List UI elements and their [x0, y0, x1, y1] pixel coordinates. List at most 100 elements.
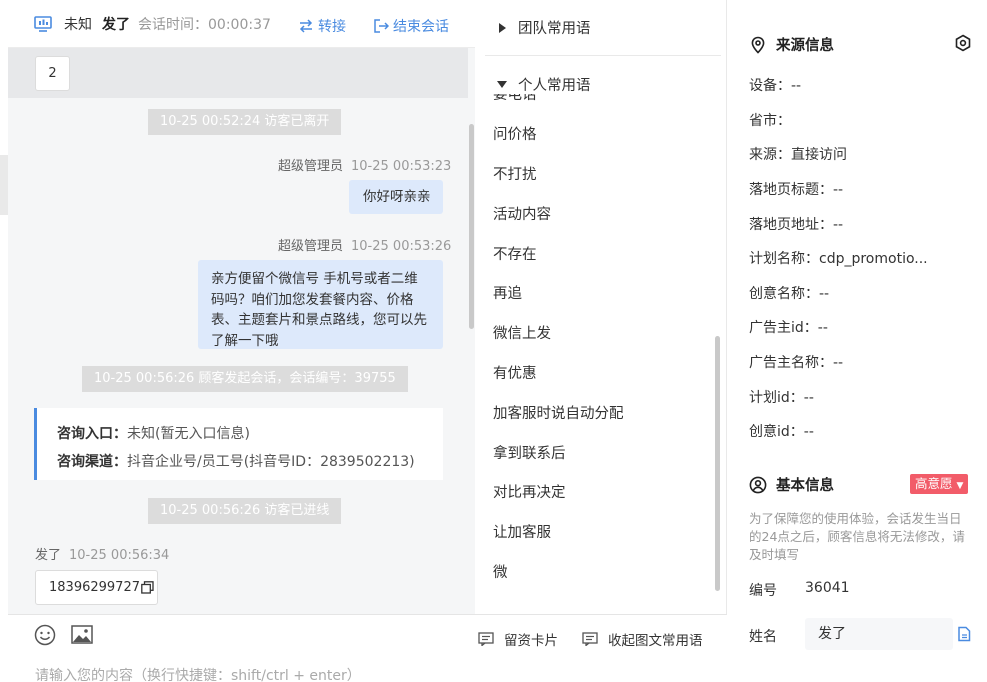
- end-session-button[interactable]: 结束会话: [373, 16, 449, 36]
- phrase-toolbar: 留资卡片 收起图文常用语: [475, 614, 727, 682]
- customer-info-panel: 来源信息 设备：-- 省市： 来源：直接访问 落地页标题：-- 落地页地址：--…: [728, 0, 987, 682]
- source-row-advertiser-id: 广告主id：--: [749, 320, 828, 336]
- session-time: 会话时间：00:00:37: [138, 14, 271, 34]
- emoji-icon[interactable]: [33, 623, 57, 647]
- name-label: 姓名: [749, 629, 777, 645]
- source-row-creative-name: 创意名称：--: [749, 286, 830, 302]
- phrase-item[interactable]: 再追: [493, 282, 522, 303]
- source-row-creative-id: 创意id：--: [749, 424, 814, 440]
- source-row-device: 设备：--: [749, 78, 802, 94]
- consult-channel-value: 抖音企业号/员工号(抖音号ID：2839502213): [127, 454, 415, 470]
- message-time: 10-25 00:56:34: [69, 548, 170, 563]
- left-edge-mark: [0, 155, 8, 215]
- message-time: 10-25 00:53:26: [351, 239, 452, 254]
- personal-phrases-group[interactable]: 个人常用语: [497, 74, 717, 94]
- source-row-source: 来源：直接访问: [749, 147, 847, 163]
- transfer-button[interactable]: 转接: [298, 16, 346, 36]
- message-input[interactable]: 请输入您的内容（换行快捷键：shift/ctrl + enter）: [35, 665, 361, 682]
- monitor-icon: [34, 15, 52, 32]
- settings-icon[interactable]: [954, 34, 972, 52]
- agent-message-bubble: 亲方便留个微信号 手机号或者二维 码吗？咱们加您发套餐内容、价格 表、主题套片和…: [198, 260, 443, 349]
- message-sender: 发了: [35, 548, 62, 563]
- phrase-item[interactable]: 活动内容: [493, 203, 551, 224]
- lead-card-button[interactable]: 留资卡片: [478, 629, 558, 649]
- message-list-scrollbar[interactable]: [469, 124, 474, 329]
- left-edge: [0, 0, 8, 682]
- phrase-item[interactable]: 微: [493, 561, 508, 582]
- phrase-item[interactable]: 不存在: [493, 243, 537, 264]
- copy-icon[interactable]: [141, 581, 154, 594]
- lead-card-label: 留资卡片: [504, 633, 558, 649]
- source-row-plan-name: 计划名称：cdp_promotio...: [749, 251, 928, 267]
- team-phrases-group[interactable]: 团队常用语: [497, 17, 591, 38]
- collapse-phrases-button[interactable]: 收起图文常用语: [582, 629, 703, 649]
- basic-info-label: 基本信息: [776, 478, 834, 494]
- user-icon: [749, 476, 767, 493]
- divider: [485, 55, 721, 56]
- source-row-advertiser-name: 广告主名称：--: [749, 355, 844, 371]
- message-icon: [582, 632, 598, 646]
- phrase-item[interactable]: 有优惠: [493, 362, 537, 383]
- visitor-phone-card: 18396299727: [35, 570, 158, 605]
- exit-icon: [374, 19, 389, 33]
- caret-down-icon: ▼: [956, 481, 964, 491]
- name-field[interactable]: 发了: [805, 618, 953, 650]
- edit-icon[interactable]: [956, 626, 972, 642]
- transfer-label: 转接: [318, 19, 346, 35]
- source-info-label: 来源信息: [776, 38, 834, 54]
- message-line: 了解一下哦: [211, 332, 279, 349]
- consult-channel-row: 咨询渠道：抖音企业号/员工号(抖音号ID：2839502213): [57, 448, 443, 476]
- intent-badge[interactable]: 高意愿 ▼: [910, 474, 969, 494]
- team-phrases-label: 团队常用语: [518, 21, 591, 37]
- source-row-landing-url: 落地页地址：--: [749, 217, 844, 233]
- phrase-item[interactable]: 对比再决定: [493, 481, 566, 502]
- consult-channel-label: 咨询渠道：: [57, 454, 127, 470]
- message-time: 10-25 00:53:23: [351, 159, 452, 174]
- phrase-item[interactable]: 不打扰: [493, 163, 537, 184]
- message-line: 码吗？咱们加您发套餐内容、价格: [211, 291, 414, 308]
- collapse-phrases-label: 收起图文常用语: [608, 633, 703, 649]
- session-time-label: 会话时间：: [138, 16, 208, 33]
- personal-phrases-label: 个人常用语: [518, 77, 591, 94]
- phrase-item[interactable]: 让加客服: [493, 521, 551, 542]
- message-meta: 超级管理员 10-25 00:53:23: [278, 155, 451, 174]
- image-icon[interactable]: [70, 623, 94, 647]
- message-meta: 发了 10-25 00:56:34: [35, 544, 169, 563]
- session-time-value: 00:00:37: [208, 16, 271, 33]
- id-label: 编号: [749, 583, 777, 599]
- message-list-top-band: [8, 48, 468, 98]
- source-row-plan-id: 计划id：--: [749, 390, 814, 406]
- visitor-phone-number: 18396299727: [49, 580, 140, 595]
- consult-entry-card: 咨询入口：未知(暂无入口信息) 咨询渠道：抖音企业号/员工号(抖音号ID：283…: [34, 408, 443, 480]
- basic-info-title: 基本信息: [749, 474, 834, 495]
- phrase-item[interactable]: 加客服时说自动分配: [493, 402, 624, 423]
- message-sender: 超级管理员: [278, 159, 344, 174]
- message-sender: 超级管理员: [278, 239, 344, 254]
- phrase-item[interactable]: 拿到联系后: [493, 442, 566, 463]
- agent-message-bubble: 你好呀亲亲: [349, 180, 443, 214]
- message-list[interactable]: 2 10-25 00:52:24 访客已离开 超级管理员 10-25 00:53:…: [8, 48, 475, 614]
- message-line: 亲方便留个微信号 手机号或者二维: [211, 271, 418, 287]
- phrase-list-scrollbar[interactable]: [715, 336, 720, 591]
- visitor-name: 发了: [102, 16, 130, 33]
- caret-right-icon: [499, 22, 506, 33]
- basic-info-note: 为了保障您的使用体验，会话发生当日的24点之后，顾客信息将无法修改，请及时填写: [749, 511, 965, 562]
- consult-entry-label: 咨询入口：: [57, 426, 127, 442]
- phrase-item[interactable]: 要电话: [493, 93, 537, 104]
- caret-down-icon: [497, 81, 507, 88]
- chat-input-area: 请输入您的内容（换行快捷键：shift/ctrl + enter）: [8, 614, 475, 682]
- system-message-entered: 10-25 00:56:26 访客已进线: [148, 498, 342, 524]
- id-value: 36041: [805, 580, 850, 596]
- visitor-status: 未知: [64, 16, 92, 33]
- phrase-item[interactable]: 微信上发: [493, 322, 551, 343]
- message-line: 表、主题套片和景点路线，您可以先: [211, 312, 427, 328]
- source-info-title: 来源信息: [749, 34, 834, 55]
- system-message-left: 10-25 00:52:24 访客已离开: [148, 109, 342, 135]
- number-card: 2: [35, 56, 70, 91]
- phrase-item[interactable]: 问价格: [493, 123, 537, 144]
- chat-header: 未知 发了 会话时间：00:00:37 转接 结束会话: [8, 0, 475, 48]
- phrase-list[interactable]: 要电话 问价格 不打扰 活动内容 不存在 再追 微信上发 有优惠 加客服时说自动…: [475, 93, 727, 598]
- location-icon: [751, 36, 765, 54]
- message-meta: 超级管理员 10-25 00:53:26: [278, 235, 451, 254]
- transfer-icon: [299, 19, 313, 33]
